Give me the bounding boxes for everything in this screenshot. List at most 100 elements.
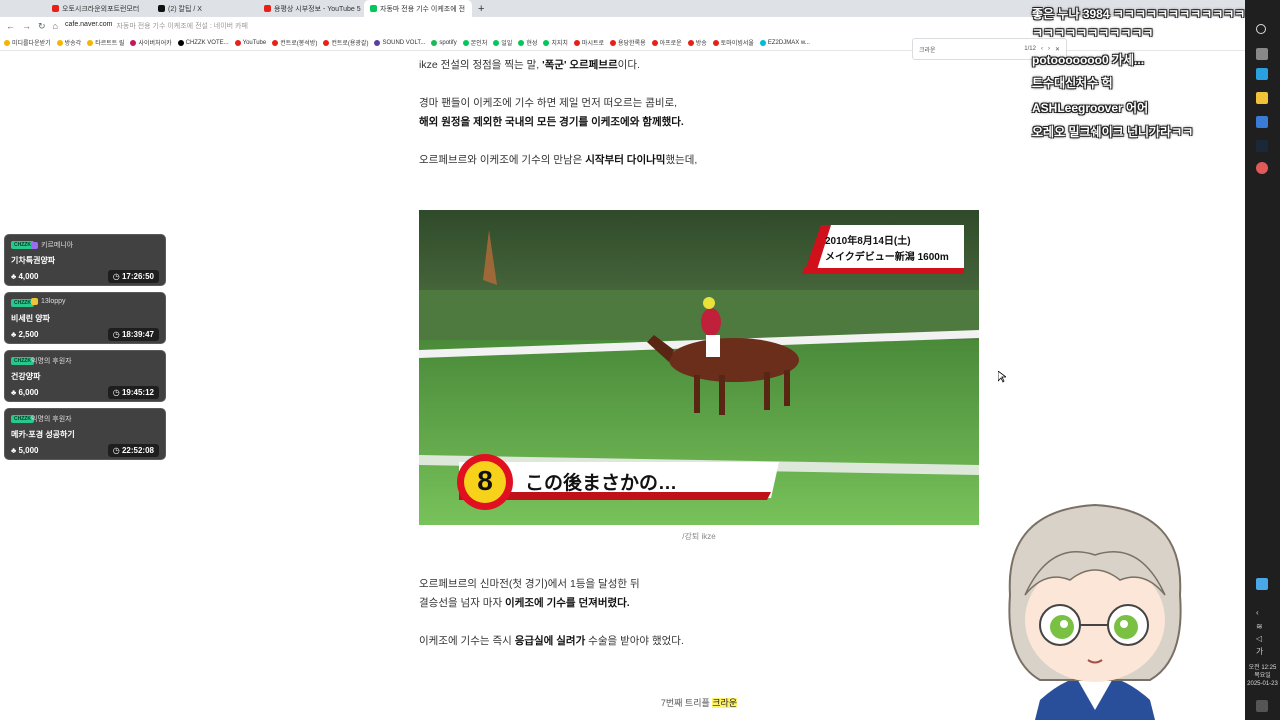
chat-message: ASHLeegroover 어어 [1032, 101, 1149, 115]
bookmark-item[interactable]: 타르트트 릴 [87, 38, 124, 47]
url-title: 자동마 전용 기수 이케조에 전설 : 네이버 카페 [116, 23, 248, 30]
bookmark-icon [4, 39, 10, 46]
bookmark-item[interactable]: 사이버처어카 [130, 38, 172, 47]
race-video[interactable]: 2010年8月14日(土) メイクデビュー新潟 1600m 8 この後まさかの… [419, 210, 979, 525]
bookmark-item[interactable]: YouTube [234, 39, 267, 46]
section-heading: 7번째 트리플 크라운 [660, 698, 738, 708]
bookmark-item[interactable]: 본인처 [462, 38, 488, 47]
bookmark-item[interactable]: 아프로운 [651, 38, 682, 47]
app-icon[interactable] [1256, 162, 1268, 174]
bookmark-icon [651, 39, 658, 46]
bookmark-item[interactable]: 미디를다운받기 [4, 38, 51, 47]
bookmark-item[interactable]: 컨트로(봉석방) [272, 38, 317, 47]
donation-timer: ◷ 17:26:50 [107, 270, 159, 283]
bookmark-item[interactable]: 일일 [493, 38, 512, 47]
folder-icon[interactable] [1256, 92, 1268, 104]
mouse-cursor [997, 370, 1008, 388]
bookmark-item[interactable]: SOUND VOLT... [374, 39, 426, 46]
search-icon[interactable] [1256, 24, 1266, 34]
bookmark-label: 본인처 [470, 41, 488, 47]
donor-name: 키르메니아 [31, 240, 73, 250]
tab-2[interactable]: (2) 칼팁 / X [152, 0, 258, 17]
bookmark-label: 방송 [695, 41, 707, 47]
bookmark-item[interactable]: 현성 [518, 38, 537, 47]
bookmark-icon [234, 39, 241, 46]
bookmark-label: 현성 [526, 41, 538, 47]
bookmark-item[interactable]: 방송 [687, 38, 707, 47]
bookmark-icon [759, 39, 766, 46]
bookmark-label: 컨트로(용광갈) [331, 41, 369, 47]
bookmark-icon [493, 39, 500, 46]
race-number: 8 [477, 465, 493, 496]
tab-1[interactable]: 오토시크라운외포트런모터 [46, 0, 152, 17]
back-icon[interactable]: ← [6, 21, 15, 31]
chat-message: 좋은 누나 3984 ㅋㅋㅋㅋㅋㅋㅋㅋㅋㅋㅋㅋ [1032, 7, 1246, 21]
donor-name: 13loppy [31, 298, 66, 305]
chevron-up-icon[interactable]: ‹ [1256, 608, 1268, 620]
bookmark-item[interactable]: 치지치 [543, 38, 568, 47]
bookmark-icon [610, 39, 617, 46]
bookmark-label: spotify [439, 39, 457, 46]
bookmark-label: YouTube [242, 39, 267, 46]
notification-icon[interactable] [1256, 700, 1268, 712]
bookmark-item[interactable]: 방송각 [56, 38, 82, 47]
network-icon[interactable]: ≋ [1256, 622, 1268, 634]
task-view-icon[interactable] [1256, 48, 1268, 60]
chat-message: 트수대신처수 헉 [1032, 76, 1113, 90]
bookmark-label: 아프로운 [659, 41, 682, 47]
chat-message: 오레오 밀크쉐이크 넌니가라ㅋㅋ [1032, 125, 1194, 139]
steam-icon[interactable] [1256, 140, 1268, 152]
bookmark-item[interactable]: 컨트로(용광갈) [323, 38, 368, 47]
donor-name: 익명의 후원자 [31, 416, 72, 423]
donation-title: 메카-포경 성공하기 [11, 430, 75, 439]
paragraph-hospital: 이케조에 기수는 즉시 응급실에 실려가 수술을 받아야 했었다. [419, 635, 684, 647]
bookmark-item[interactable]: EZ2DJMAX w... [759, 39, 810, 46]
tab-4-active[interactable]: 자동마 전용 기수 이케조에 전 [364, 0, 472, 17]
bookmark-item[interactable]: 마시트로 [573, 38, 604, 47]
donation-timer: ◷ 19:45:12 [107, 386, 159, 399]
bookmark-icon [272, 39, 279, 46]
find-input[interactable]: 크라운 [919, 45, 936, 54]
language-icon[interactable]: 가 [1256, 646, 1268, 658]
bookmark-item[interactable]: 용당한록용 [610, 38, 646, 47]
find-highlight: 크라운 [712, 698, 738, 708]
bookmark-icon [518, 39, 525, 46]
bookmark-icon [687, 39, 694, 46]
bookmark-item[interactable]: CHZZK VOTE... [177, 39, 229, 46]
bookmark-icon [130, 39, 137, 46]
tab-label: 자동마 전용 기수 이케조에 전 [380, 5, 466, 13]
gold-badge-icon [31, 298, 38, 305]
donation-card: CHZZK 익명의 후원자 메카-포경 성공하기 ♣ 5,000 ◷ 22:52… [4, 408, 166, 460]
donation-timer: ◷ 18:39:47 [107, 328, 159, 341]
taskbar-clock[interactable]: 오전 12:25 목요일 2025-01-23 [1245, 664, 1280, 688]
browser-app-icon[interactable] [1256, 68, 1268, 80]
bookmark-icon [573, 39, 580, 46]
x-icon [158, 5, 165, 12]
donor-name: 익명의 후원자 [31, 358, 72, 365]
race-name: メイクデビュー新潟 1600m [825, 252, 949, 263]
new-tab-button[interactable]: + [472, 0, 490, 17]
video-subtitle: この後まさかの… [525, 473, 678, 494]
tab-3[interactable]: 용평상 시부정보 - YouTube 5 [258, 0, 364, 17]
reload-icon[interactable]: ↻ [38, 21, 46, 32]
donation-card: CHZZK 익명의 후원자 건강양파 ♣ 6,000 ◷ 19:45:12 [4, 350, 166, 402]
donation-amount: ♣ 6,000 [11, 388, 39, 397]
bookmark-label: 일일 [501, 41, 513, 47]
bookmark-label: 방송각 [64, 41, 82, 47]
forward-icon[interactable]: → [22, 21, 31, 31]
paragraph-fans: 경마 팬들이 이케조에 기수 하면 제일 먼저 떠오르는 콤비로, 해외 원정을… [419, 94, 684, 132]
bookmark-icon [712, 39, 719, 46]
url-input[interactable]: cafe.naver.com 자동마 전용 기수 이케조에 전설 : 네이버 카… [65, 21, 248, 31]
bookmark-item[interactable]: 토마이빙서울 [712, 38, 754, 47]
volume-icon[interactable]: ◁ [1256, 634, 1268, 646]
weather-icon[interactable] [1256, 578, 1268, 590]
home-icon[interactable]: ⌂ [53, 21, 58, 31]
bookmark-label: SOUND VOLT... [382, 39, 426, 46]
bookmark-item[interactable]: spotify [431, 39, 457, 46]
donation-amount: ♣ 4,000 [11, 272, 39, 281]
bookmark-icon [431, 39, 438, 46]
bookmark-icon [374, 39, 381, 46]
store-icon[interactable] [1256, 116, 1268, 128]
race-date: 2010年8月14日(土) [825, 236, 911, 247]
bookmark-label: 토마이빙서울 [720, 41, 754, 47]
